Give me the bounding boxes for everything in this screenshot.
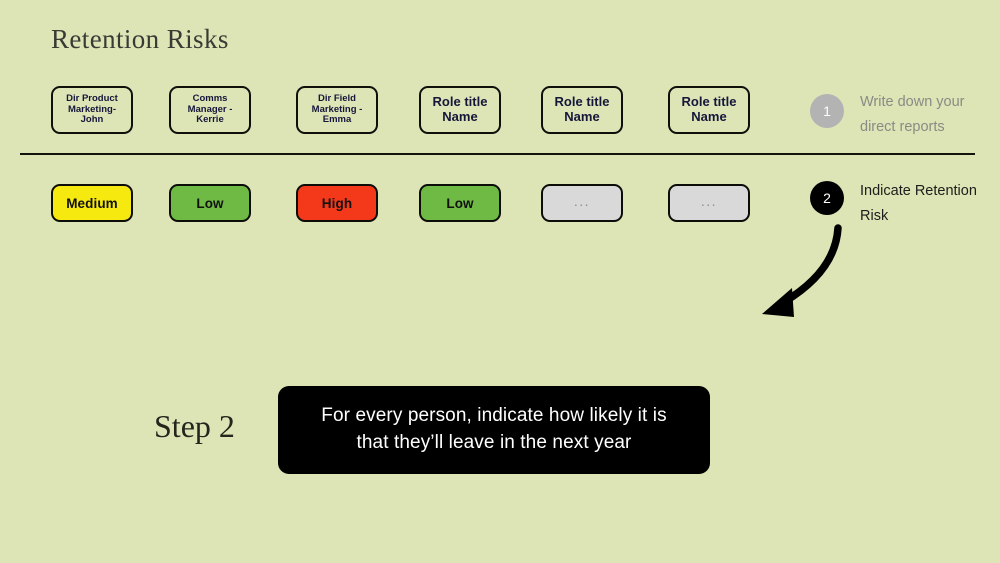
risk-pill[interactable]: Low (419, 184, 501, 222)
callout-line-2: that they’ll leave in the next year (356, 432, 632, 453)
risk-pills-row: Medium Low High Low...... (51, 184, 761, 222)
step-label: Step 2 (154, 408, 235, 444)
curved-down-left-arrow-icon (762, 224, 842, 317)
risk-pill[interactable]: Low (169, 184, 251, 222)
role-box[interactable]: Role title Name (419, 86, 501, 134)
risk-pill-label: Low (446, 195, 474, 211)
step-2-line-1: Indicate Retention (860, 183, 977, 199)
role-box-label: Role title Name (681, 94, 737, 124)
role-box-label: Comms Manager - Kerrie (187, 93, 233, 126)
risk-pill-label: ... (573, 192, 591, 209)
role-box-label: Dir Product Marketing- John (66, 93, 118, 126)
risk-pill[interactable]: High (296, 184, 378, 222)
role-box[interactable]: Comms Manager - Kerrie (169, 86, 251, 134)
step-2-line-2: Risk (860, 208, 889, 225)
role-box-label: Role title Name (554, 94, 610, 124)
risk-pill-label: ... (700, 192, 718, 209)
risk-pill[interactable]: ... (541, 184, 623, 222)
role-box[interactable]: Dir Product Marketing- John (51, 86, 133, 134)
role-box-label: Dir Field Marketing - Emma (311, 93, 363, 126)
risk-pill-label: Medium (66, 195, 118, 211)
step-1-instruction: Write down your direct reports (860, 90, 965, 141)
risk-pill-label: High (321, 195, 353, 211)
page-title: Retention Risks (51, 24, 229, 54)
callout-line-1: For every person, indicate how likely it… (321, 405, 667, 427)
step-1-badge: 1 (810, 94, 844, 128)
risk-pill[interactable]: ... (668, 184, 750, 222)
role-boxes-row: Dir Product Marketing- John Comms Manager… (51, 86, 761, 134)
section-divider (20, 153, 975, 155)
role-box[interactable]: Role title Name (668, 86, 750, 134)
step-2-badge: 2 (810, 181, 844, 215)
step-2-instruction: Indicate Retention Risk (860, 179, 977, 230)
instruction-callout: For every person, indicate how likely it… (278, 386, 710, 474)
risk-pill[interactable]: Medium (51, 184, 133, 222)
step-1-line-2: direct reports (860, 119, 945, 136)
step-2-number: 2 (823, 190, 831, 206)
role-box-label: Role title Name (432, 94, 488, 124)
risk-pill-label: Low (196, 195, 224, 211)
role-box[interactable]: Dir Field Marketing - Emma (296, 86, 378, 134)
step-1-line-1: Write down your (860, 94, 965, 110)
role-box[interactable]: Role title Name (541, 86, 623, 134)
step-1-number: 1 (823, 103, 831, 119)
slide-canvas: Retention Risks Dir Product Marketing- J… (0, 0, 1000, 563)
instruction-callout-text: For every person, indicate how likely it… (321, 403, 666, 457)
